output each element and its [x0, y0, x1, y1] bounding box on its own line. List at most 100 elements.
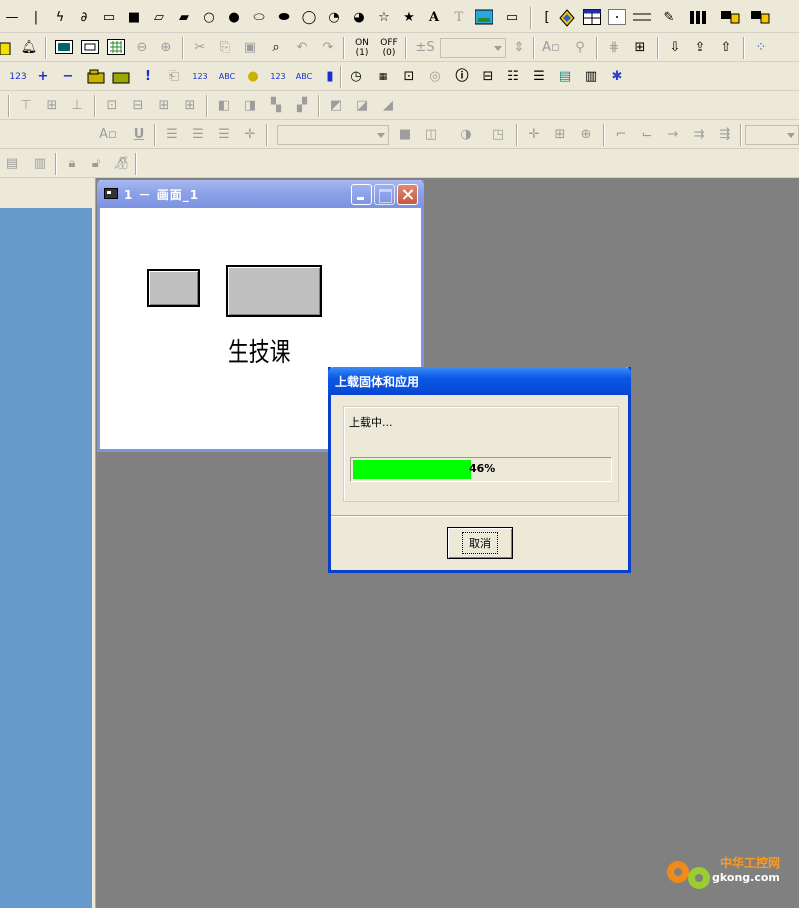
scale-line-icon[interactable]	[632, 8, 652, 28]
page-edit-icon[interactable]: ▥	[30, 154, 50, 174]
pin-icon[interactable]: ⚲	[570, 38, 590, 58]
bar-graph-tool-icon[interactable]	[688, 8, 708, 28]
rectangle-tool-icon[interactable]: ▭	[99, 8, 119, 28]
lock-options-icon[interactable]: 🔏︎	[111, 154, 131, 174]
increment-icon[interactable]: +	[33, 67, 53, 87]
align-bottom-icon[interactable]: ⊥	[67, 96, 87, 116]
parallelogram-tool-icon[interactable]: ▱	[149, 8, 169, 28]
off-button[interactable]: OFF (0)	[379, 38, 399, 58]
page-icon[interactable]: ▤	[2, 154, 22, 174]
filled-parallelogram-tool-icon[interactable]: ▰	[174, 8, 194, 28]
filled-rectangle-tool-icon[interactable]: ■	[124, 8, 144, 28]
clock-icon[interactable]: ◷	[346, 67, 366, 87]
forward-icon[interactable]: ⊕	[156, 38, 176, 58]
tag-edit-icon[interactable]: ⇶	[715, 125, 735, 145]
ellipse-tool-icon[interactable]: ⬭	[249, 8, 269, 28]
canvas-button-small[interactable]	[147, 269, 200, 307]
bring-front-icon[interactable]: ◧	[214, 96, 234, 116]
align-left-icon[interactable]: ☰	[162, 125, 182, 145]
cut-icon[interactable]: ✂	[190, 38, 210, 58]
size-button[interactable]: ±S	[413, 38, 437, 58]
gauge-icon[interactable]: ◎	[425, 67, 445, 87]
canvas-text-label[interactable]: 生技课	[228, 332, 290, 369]
size-combo[interactable]	[440, 38, 506, 58]
skew-icon[interactable]: ◢	[378, 96, 398, 116]
group-icon[interactable]: ▚	[266, 96, 286, 116]
ungroup-icon[interactable]: ▞	[292, 96, 312, 116]
snap-icon[interactable]: ⊞	[630, 38, 650, 58]
lamp-tool-icon[interactable]	[750, 8, 770, 28]
switch-tool-icon[interactable]	[720, 8, 740, 28]
alert-icon[interactable]: !	[138, 67, 158, 87]
line-tool-icon[interactable]: —	[2, 8, 22, 28]
dotted-frame-icon[interactable]	[607, 8, 627, 28]
panel-splitter[interactable]	[92, 178, 96, 908]
grid-cell-icon[interactable]: ⊞	[550, 125, 570, 145]
bar-indicator-icon[interactable]: ▮	[320, 67, 340, 87]
align-right-icon[interactable]: ☰	[214, 125, 234, 145]
rotate-icon[interactable]: ◩	[326, 96, 346, 116]
redo-icon[interactable]: ↷	[318, 38, 338, 58]
size-v-icon[interactable]: ⊞	[180, 96, 200, 116]
freeform-tool-icon[interactable]: ∂	[74, 8, 94, 28]
pattern-icon[interactable]: ◑	[456, 125, 476, 145]
multi-list-icon[interactable]: ☰	[529, 67, 549, 87]
filled-circle-tool-icon[interactable]: ●	[224, 8, 244, 28]
copy-screen-icon[interactable]: ⎗	[164, 67, 184, 87]
star-tool-icon[interactable]: ☆	[374, 8, 394, 28]
center-icon[interactable]: ⊕	[576, 125, 596, 145]
copy-icon[interactable]: ⎘	[215, 38, 235, 58]
vertical-line-tool-icon[interactable]: |	[26, 8, 46, 28]
gif-icon[interactable]: ✱	[607, 67, 627, 87]
text-display-icon[interactable]: ABC	[217, 67, 237, 87]
info-icon[interactable]: ⓘ	[452, 67, 472, 87]
align-top-icon[interactable]: ⊤	[16, 96, 36, 116]
film-icon[interactable]: ▥	[581, 67, 601, 87]
space-h-icon[interactable]: ⊡	[102, 96, 122, 116]
size-h-icon[interactable]: ⊞	[154, 96, 174, 116]
lock-icon[interactable]: 🔒︎	[62, 154, 82, 174]
undo-icon[interactable]: ↶	[292, 38, 312, 58]
trend-icon[interactable]: ⊡	[399, 67, 419, 87]
network-icon[interactable]: ⁘	[751, 38, 771, 58]
decrement-icon[interactable]: −	[58, 67, 78, 87]
screen-tool-icon[interactable]	[54, 38, 74, 58]
pie-tool-icon[interactable]: ◔	[324, 8, 344, 28]
text-align-icon[interactable]: A▫	[541, 38, 561, 58]
underline-icon[interactable]: U	[129, 125, 149, 145]
canvas-button-large[interactable]	[226, 265, 322, 317]
line-color-icon[interactable]: ◫	[421, 125, 441, 145]
bell-icon[interactable]: 🔔︎	[19, 38, 39, 58]
slider-icon[interactable]: ⊟	[478, 67, 498, 87]
open-folder-icon[interactable]	[86, 67, 106, 87]
arrow-right-icon[interactable]: →	[663, 125, 683, 145]
numeric-input-icon[interactable]: 123	[8, 67, 28, 87]
filled-ellipse-tool-icon[interactable]: ⬬	[274, 8, 294, 28]
text-style-tool-icon[interactable]: T	[449, 8, 469, 28]
arc-tool-icon[interactable]: ◯	[299, 8, 319, 28]
font-combo[interactable]	[277, 125, 389, 145]
grid-icon[interactable]: ⋕	[604, 38, 624, 58]
pen-tool-icon[interactable]: ✎	[659, 8, 679, 28]
close-button[interactable]	[397, 184, 418, 205]
connector-angle-icon[interactable]: ⌙	[637, 125, 657, 145]
image-tool-icon[interactable]	[474, 8, 494, 28]
paste-icon[interactable]: ▣	[240, 38, 260, 58]
grid-pattern-icon[interactable]	[106, 38, 126, 58]
position-icon[interactable]: ✛	[240, 125, 260, 145]
transfer-icon[interactable]: ⇧	[716, 38, 736, 58]
number-display-icon[interactable]: 123	[190, 67, 210, 87]
connector-icon[interactable]: ⌐	[611, 125, 631, 145]
spin-icon[interactable]: ⇕	[509, 38, 529, 58]
circle-tool-icon[interactable]: ○	[199, 8, 219, 28]
font-icon[interactable]: A▫	[98, 125, 118, 145]
space-v-icon[interactable]: ⊟	[128, 96, 148, 116]
cancel-button[interactable]: 取消	[447, 527, 513, 559]
zoom-combo[interactable]	[745, 125, 799, 145]
download-icon[interactable]: ⇩	[665, 38, 685, 58]
list-icon[interactable]: ☷	[503, 67, 523, 87]
minimize-button[interactable]	[351, 184, 372, 205]
table-tool-icon[interactable]	[582, 8, 602, 28]
folder-icon[interactable]	[111, 67, 131, 87]
send-back-icon[interactable]: ◨	[240, 96, 260, 116]
